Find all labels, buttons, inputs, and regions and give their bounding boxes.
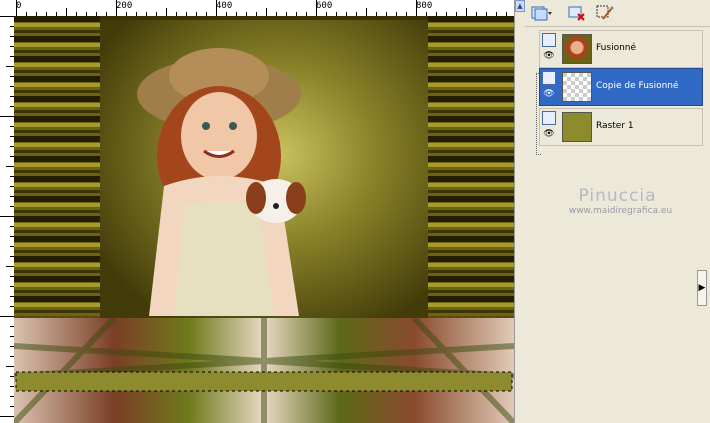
layer-name: Copie de Fusionné xyxy=(596,81,679,91)
mask-icon[interactable] xyxy=(595,3,615,23)
layer-type-icon xyxy=(542,111,556,125)
eye-icon[interactable]: 👁 xyxy=(542,89,556,99)
ruler-tick xyxy=(6,66,14,67)
layers-toolbar xyxy=(525,0,710,27)
ruler-label: 800 xyxy=(416,1,433,11)
ruler-tick xyxy=(266,8,267,16)
ruler-tick xyxy=(466,8,467,16)
ruler-tick xyxy=(166,8,167,16)
ruler-label: 600 xyxy=(316,1,333,11)
new-layer-icon[interactable] xyxy=(529,3,555,23)
canvas-artwork xyxy=(14,16,514,423)
watermark: Pinuccia www.maidiregrafica.eu xyxy=(525,186,710,216)
scroll-up-arrow[interactable]: ▲ xyxy=(515,0,525,12)
palette-expand-arrow[interactable]: ▶ xyxy=(697,270,707,306)
layer-thumbnail xyxy=(562,72,592,102)
ruler-tick xyxy=(6,166,14,167)
watermark-name: Pinuccia xyxy=(578,186,657,206)
layer-thumbnail xyxy=(562,34,592,64)
eye-icon[interactable]: 👁 xyxy=(542,51,556,61)
layer-name: Fusionné xyxy=(596,43,637,53)
ruler-label: 400 xyxy=(216,1,233,11)
layer-row-fusionne[interactable]: 👁 Fusionné xyxy=(539,30,703,68)
delete-layer-icon[interactable] xyxy=(567,3,587,23)
watermark-url: www.maidiregrafica.eu xyxy=(568,206,673,216)
layer-type-icon xyxy=(542,33,556,47)
layer-type-icon xyxy=(542,71,556,85)
eye-icon[interactable]: 👁 xyxy=(542,129,556,139)
layer-name: Raster 1 xyxy=(596,121,634,131)
ruler-tick xyxy=(0,116,14,117)
ruler-tick xyxy=(116,0,117,16)
layer-row-copie-de-fusionne[interactable]: 👁 Copie de Fusionné xyxy=(539,68,703,106)
ruler-tick xyxy=(16,0,17,16)
ruler-tick xyxy=(0,416,14,417)
image-canvas[interactable] xyxy=(14,16,514,423)
ruler-tick xyxy=(66,8,67,16)
layer-thumbnail xyxy=(562,112,592,142)
layers-palette: 👁 Fusionné 👁 Copie de Fusionné 👁 Raster … xyxy=(525,0,710,423)
ruler-tick xyxy=(216,0,217,16)
ruler-tick xyxy=(0,316,14,317)
layer-row-raster-1[interactable]: 👁 Raster 1 xyxy=(539,108,703,146)
vertical-scrollbar[interactable]: ▲ xyxy=(514,0,525,423)
ruler-tick xyxy=(416,0,417,16)
horizontal-ruler: 0 200 400 600 800 xyxy=(0,0,516,17)
ruler-tick xyxy=(0,216,14,217)
ruler-tick xyxy=(316,0,317,16)
vertical-ruler xyxy=(0,16,15,423)
ruler-tick xyxy=(366,8,367,16)
ruler-label: 200 xyxy=(116,1,133,11)
ruler-tick xyxy=(6,266,14,267)
ruler-tick xyxy=(0,16,14,17)
ruler-tick xyxy=(6,366,14,367)
